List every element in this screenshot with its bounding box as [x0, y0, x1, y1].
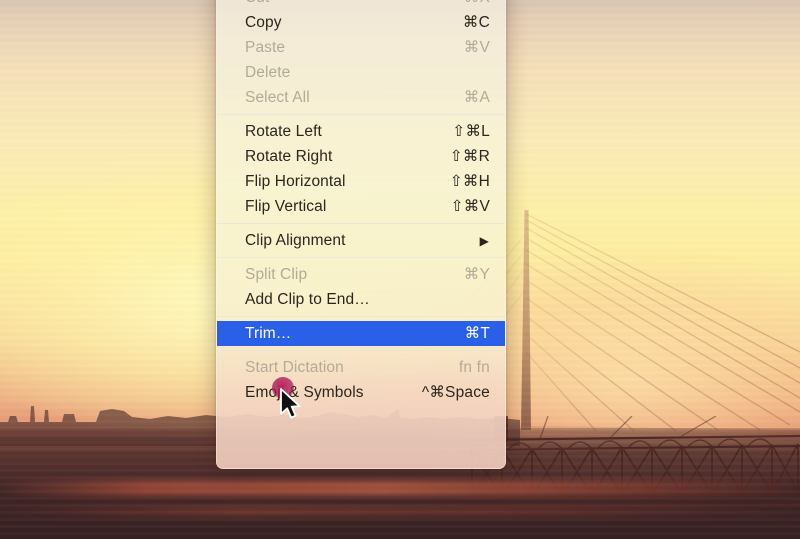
menu-item-label: Delete	[245, 63, 291, 81]
menu-item-label: Cut	[245, 0, 464, 7]
menu-separator	[217, 316, 505, 317]
menu-item-label: Paste	[245, 38, 286, 56]
menu-item-label: Start Dictation	[245, 358, 344, 376]
menu-item-label: Copy	[245, 13, 282, 31]
menu-separator	[217, 257, 505, 258]
menu-item-shortcut: ^⌘Space	[421, 384, 490, 401]
menu-item-copy[interactable]: Copy ⌘C	[217, 10, 505, 35]
menu-item-shortcut: ⌘Y	[463, 266, 490, 283]
submenu-arrow-icon: ▶	[479, 233, 489, 248]
menu-item-label: Add Clip to End…	[245, 290, 370, 308]
menu-separator	[217, 114, 505, 115]
menu-item-label: Rotate Right	[245, 147, 333, 165]
menu-item-rotate-right[interactable]: Rotate Right ⇧⌘R	[217, 144, 505, 169]
menu-item-rotate-left[interactable]: Rotate Left ⇧⌘L	[217, 119, 505, 144]
menu-item-start-dictation[interactable]: Start Dictation fn fn	[217, 355, 505, 380]
menu-item-shortcut: ⇧⌘V	[450, 198, 490, 215]
screen: Cut ⌘X Copy ⌘C Paste ⌘V Delete Select Al…	[0, 0, 800, 539]
menu-item-shortcut: ⌘V	[463, 39, 490, 56]
menu-item-flip-horizontal[interactable]: Flip Horizontal ⇧⌘H	[217, 169, 505, 194]
menu-item-label: Flip Horizontal	[245, 172, 346, 190]
menu-item-shortcut: fn fn	[458, 358, 490, 376]
menu-item-emoji-and-symbols[interactable]: Emoji & Symbols ^⌘Space	[217, 380, 505, 405]
menu-item-label: Rotate Left	[245, 122, 322, 140]
menu-item-shortcut: ⇧⌘H	[449, 173, 490, 190]
menu-separator	[217, 350, 505, 351]
menu-separator	[217, 223, 505, 224]
menu-item-shortcut: ⌘A	[463, 89, 490, 106]
menu-item-label: Emoji & Symbols	[245, 383, 364, 401]
menu-item-label: Clip Alignment	[245, 231, 346, 249]
menu-item-shortcut: ⇧⌘L	[452, 123, 490, 140]
menu-item-list: Cut ⌘X Copy ⌘C Paste ⌘V Delete Select Al…	[217, 0, 505, 405]
edit-context-menu[interactable]: Cut ⌘X Copy ⌘C Paste ⌘V Delete Select Al…	[216, 0, 506, 469]
menu-item-trim[interactable]: Trim… ⌘T	[217, 321, 505, 346]
menu-item-paste[interactable]: Paste ⌘V	[217, 35, 505, 60]
menu-item-shortcut: ⌘X	[464, 0, 490, 7]
menu-item-label: Flip Vertical	[245, 197, 327, 215]
menu-item-cut[interactable]: Cut ⌘X	[217, 0, 505, 10]
menu-item-add-clip-to-end[interactable]: Add Clip to End…	[217, 287, 505, 312]
menu-item-flip-vertical[interactable]: Flip Vertical ⇧⌘V	[217, 194, 505, 219]
menu-item-clip-alignment[interactable]: Clip Alignment ▶	[217, 228, 505, 253]
menu-item-select-all[interactable]: Select All ⌘A	[217, 85, 505, 110]
menu-item-label: Split Clip	[245, 265, 308, 283]
menu-item-label: Select All	[245, 88, 310, 106]
menu-item-split-clip[interactable]: Split Clip ⌘Y	[217, 262, 505, 287]
menu-item-shortcut: ⌘T	[464, 325, 490, 342]
menu-item-delete[interactable]: Delete	[217, 60, 505, 85]
menu-item-shortcut: ⇧⌘R	[449, 148, 490, 165]
menu-item-label: Trim…	[245, 324, 292, 342]
menu-item-shortcut: ⌘C	[462, 14, 490, 31]
